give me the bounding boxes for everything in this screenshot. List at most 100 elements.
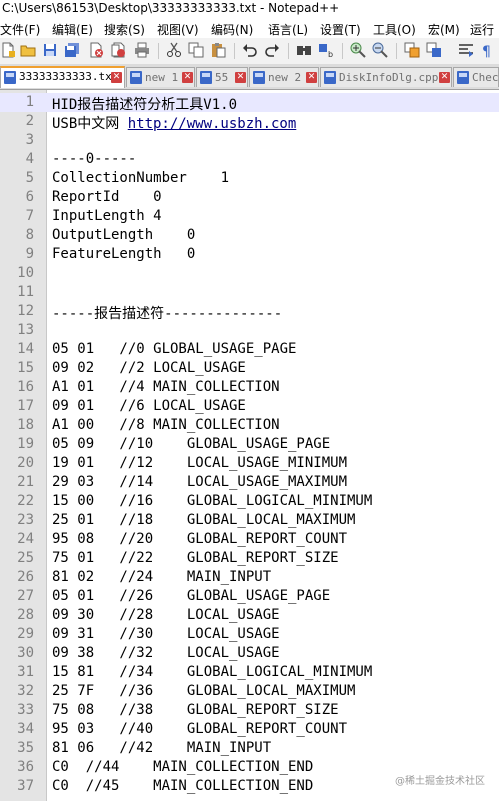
tab-diskinfodlg-cpp[interactable]: DiskInfoDlg.cpp ✕ xyxy=(320,67,452,87)
editor-line[interactable]: 24 95 08 //20 GLOBAL_REPORT_COUNT xyxy=(0,530,499,549)
line-content: 25 7F //36 GLOBAL_LOCAL_MAXIMUM xyxy=(52,683,356,699)
editor-line[interactable]: 20 19 01 //12 LOCAL_USAGE_MINIMUM xyxy=(0,454,499,473)
editor-line[interactable]: 12 -----报告描述符-------------- xyxy=(0,302,499,322)
editor-line[interactable]: 22 15 00 //16 GLOBAL_LOGICAL_MINIMUM xyxy=(0,492,499,511)
line-number: 25 xyxy=(17,550,34,566)
line-number: 23 xyxy=(17,512,34,528)
editor-line[interactable]: 18 A1 00 //8 MAIN_COLLECTION xyxy=(0,416,499,435)
editor-line[interactable]: 8 OutputLength 0 xyxy=(0,226,499,245)
editor-line[interactable]: 3 xyxy=(0,131,499,150)
menu-encoding[interactable]: 编码(N) xyxy=(211,21,253,38)
tab-close-icon[interactable]: ✕ xyxy=(235,72,246,83)
editor-line[interactable]: 10 xyxy=(0,264,499,283)
editor-line[interactable]: 26 81 02 //24 MAIN_INPUT xyxy=(0,568,499,587)
menu-settings[interactable]: 设置(T) xyxy=(320,21,361,38)
tab-close-icon[interactable]: ✕ xyxy=(111,72,122,83)
svg-text:¶: ¶ xyxy=(482,44,491,58)
menu-view[interactable]: 视图(V) xyxy=(157,21,199,38)
editor-line[interactable]: 29 09 31 //30 LOCAL_USAGE xyxy=(0,625,499,644)
line-content: 75 01 //22 GLOBAL_REPORT_SIZE xyxy=(52,550,339,566)
editor-line[interactable]: 35 81 06 //42 MAIN_INPUT xyxy=(0,739,499,758)
editor-line[interactable]: 23 25 01 //18 GLOBAL_LOCAL_MAXIMUM xyxy=(0,511,499,530)
line-number: 5 xyxy=(25,170,34,186)
tab-label: 55 xyxy=(215,71,229,84)
editor-line[interactable]: 17 09 01 //6 LOCAL_USAGE xyxy=(0,397,499,416)
cut-icon[interactable] xyxy=(166,42,182,58)
editor-line[interactable]: 27 05 01 //26 GLOBAL_USAGE_PAGE xyxy=(0,587,499,606)
editor[interactable]: 1 HID报告描述符分析工具V1.0 2 USB中文网 http://www.usbz… xyxy=(0,90,499,801)
zoom-out-icon[interactable] xyxy=(372,42,388,58)
line-content: 95 03 //40 GLOBAL_REPORT_COUNT xyxy=(52,721,348,737)
show-all-chars-icon[interactable]: ¶ xyxy=(480,42,496,58)
open-file-icon[interactable] xyxy=(20,42,36,58)
url-link[interactable]: http://www.usbzh.com xyxy=(128,116,297,132)
paste-icon[interactable] xyxy=(210,42,226,58)
wrap-icon[interactable] xyxy=(426,42,442,58)
editor-line[interactable]: 30 09 38 //32 LOCAL_USAGE xyxy=(0,644,499,663)
line-number: 29 xyxy=(17,626,34,642)
zoom-in-icon[interactable] xyxy=(350,42,366,58)
menu-run[interactable]: 运行 xyxy=(470,21,494,38)
tab-new-1[interactable]: new 1 ✕ xyxy=(126,67,195,87)
editor-line[interactable]: 25 75 01 //22 GLOBAL_REPORT_SIZE xyxy=(0,549,499,568)
editor-line[interactable]: 1 HID报告描述符分析工具V1.0 xyxy=(0,93,499,113)
line-number: 33 xyxy=(17,702,34,718)
editor-line[interactable]: 16 A1 01 //4 MAIN_COLLECTION xyxy=(0,378,499,397)
line-number: 12 xyxy=(17,303,34,319)
tab-check[interactable]: Check xyxy=(453,67,499,87)
line-number: 16 xyxy=(17,379,34,395)
find-icon[interactable] xyxy=(296,42,312,58)
editor-line[interactable]: 28 09 30 //28 LOCAL_USAGE xyxy=(0,606,499,625)
line-content: HID报告描述符分析工具V1.0 xyxy=(52,97,238,113)
editor-line[interactable]: 15 09 02 //2 LOCAL_USAGE xyxy=(0,359,499,378)
close-all-icon[interactable] xyxy=(110,42,126,58)
save-all-icon[interactable] xyxy=(64,42,80,58)
editor-line[interactable]: 11 xyxy=(0,283,499,302)
editor-line[interactable]: 5 CollectionNumber 1 xyxy=(0,169,499,188)
menu-tools[interactable]: 工具(O) xyxy=(373,21,416,38)
editor-line[interactable]: 14 05 01 //0 GLOBAL_USAGE_PAGE xyxy=(0,340,499,359)
menu-language[interactable]: 语言(L) xyxy=(268,21,308,38)
line-content: ReportId 0 xyxy=(52,189,162,205)
menu-search[interactable]: 搜索(S) xyxy=(104,21,145,38)
editor-line[interactable]: 13 xyxy=(0,321,499,340)
editor-line[interactable]: 4 ----0----- xyxy=(0,150,499,169)
menu-macro[interactable]: 宏(M) xyxy=(428,21,460,38)
editor-line[interactable]: 31 15 81 //34 GLOBAL_LOGICAL_MINIMUM xyxy=(0,663,499,682)
tab-close-icon[interactable]: ✕ xyxy=(182,72,193,83)
editor-line[interactable]: 21 29 03 //14 LOCAL_USAGE_MAXIMUM xyxy=(0,473,499,492)
menu-file[interactable]: 文件(F) xyxy=(0,21,40,38)
tab-close-icon[interactable]: ✕ xyxy=(439,72,450,83)
tab-close-icon[interactable]: ✕ xyxy=(306,72,317,83)
line-number: 1 xyxy=(25,94,34,110)
editor-line[interactable]: 32 25 7F //36 GLOBAL_LOCAL_MAXIMUM xyxy=(0,682,499,701)
editor-line[interactable]: 34 95 03 //40 GLOBAL_REPORT_COUNT xyxy=(0,720,499,739)
tab-33333333333-txt[interactable]: 33333333333.txt ✕ xyxy=(0,66,125,88)
editor-line[interactable]: 9 FeatureLength 0 xyxy=(0,245,499,264)
undo-icon[interactable] xyxy=(242,42,258,58)
print-icon[interactable] xyxy=(134,42,150,58)
new-file-icon[interactable] xyxy=(0,42,16,58)
file-saved-icon xyxy=(457,71,469,84)
replace-icon[interactable]: b xyxy=(318,42,334,58)
line-number: 10 xyxy=(17,265,34,281)
menu-edit[interactable]: 编辑(E) xyxy=(52,21,93,38)
save-icon[interactable] xyxy=(42,42,58,58)
editor-line[interactable]: 2 USB中文网 http://www.usbzh.com xyxy=(0,112,499,132)
tab-new-2[interactable]: new 2 ✕ xyxy=(249,67,319,87)
tab-55[interactable]: 55 ✕ xyxy=(196,67,248,87)
line-content: OutputLength 0 xyxy=(52,227,196,243)
editor-line[interactable]: 6 ReportId 0 xyxy=(0,188,499,207)
close-icon[interactable] xyxy=(88,42,104,58)
indent-guide-icon[interactable] xyxy=(458,42,474,58)
editor-line[interactable]: 19 05 09 //10 GLOBAL_USAGE_PAGE xyxy=(0,435,499,454)
copy-icon[interactable] xyxy=(188,42,204,58)
sync-scroll-icon[interactable] xyxy=(404,42,420,58)
line-number: 37 xyxy=(17,778,34,794)
svg-text:b: b xyxy=(328,50,333,58)
line-number: 35 xyxy=(17,740,34,756)
redo-icon[interactable] xyxy=(264,42,280,58)
editor-line[interactable]: 7 InputLength 4 xyxy=(0,207,499,226)
line-content: C0 //45 MAIN_COLLECTION_END xyxy=(52,778,314,794)
editor-line[interactable]: 33 75 08 //38 GLOBAL_REPORT_SIZE xyxy=(0,701,499,720)
